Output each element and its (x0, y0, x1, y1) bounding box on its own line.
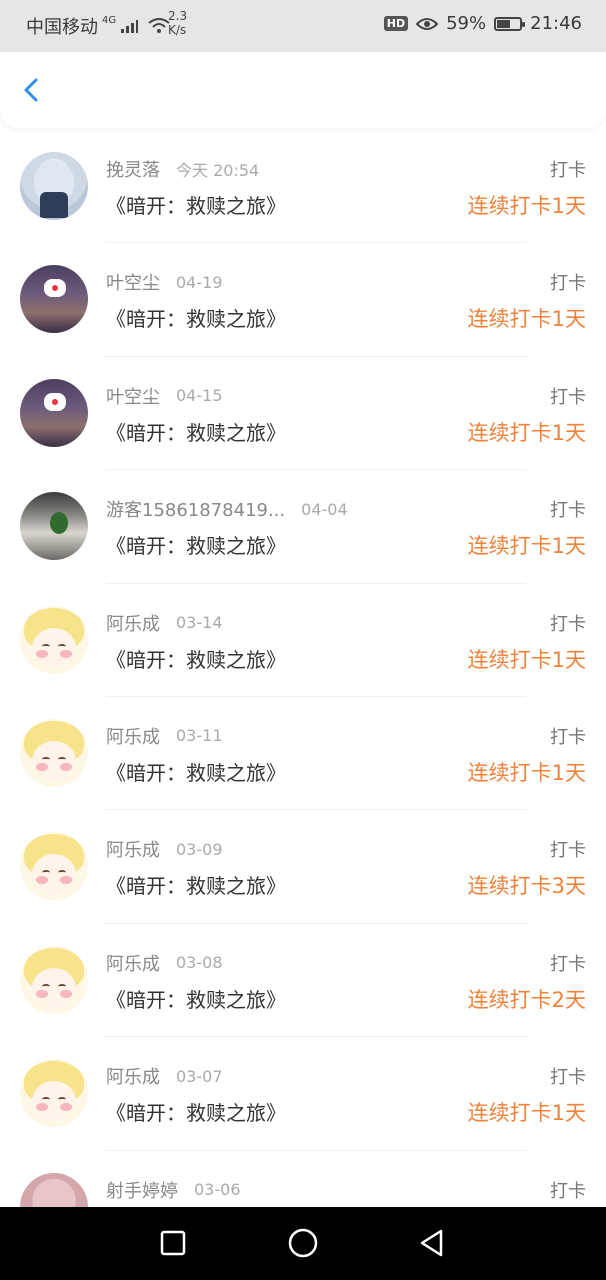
list-item[interactable]: 阿乐成 03-09 打卡 《暗开：救赎之旅》 连续打卡3天 (0, 810, 606, 924)
list-item[interactable]: 挽灵落 今天 20:54 打卡 《暗开：救赎之旅》 连续打卡1天 (0, 130, 606, 244)
streak-label: 连续打卡3天 (467, 874, 586, 899)
list-item[interactable]: 阿乐成 03-11 打卡 《暗开：救赎之旅》 连续打卡1天 (0, 697, 606, 811)
record-time: 03-09 (176, 839, 223, 859)
record-type: 打卡 (550, 273, 586, 295)
record-type: 打卡 (550, 1067, 586, 1089)
network-speed: 2.3 K/s (168, 9, 187, 37)
user-name: 阿乐成 (106, 726, 160, 748)
streak-label: 连续打卡1天 (467, 194, 586, 218)
user-name: 阿乐成 (106, 840, 160, 862)
streak-label: 连续打卡1天 (467, 534, 586, 559)
chevron-left-icon (24, 78, 38, 102)
record-type: 打卡 (550, 953, 586, 975)
record-time: 04-19 (176, 272, 223, 292)
book-title: 《暗开：救赎之旅》 (106, 987, 286, 1012)
book-title: 《暗开：救赎之旅》 (106, 420, 286, 445)
record-type: 打卡 (550, 726, 586, 748)
user-name: 游客15861878419... (106, 500, 286, 522)
record-type: 打卡 (550, 613, 586, 635)
book-title: 《暗开：救赎之旅》 (106, 760, 286, 785)
record-time: 03-07 (176, 1066, 223, 1086)
avatar[interactable] (20, 1172, 88, 1207)
wifi-icon (148, 18, 170, 33)
list-item[interactable]: 叶空尘 04-19 打卡 《暗开：救赎之旅》 连续打卡1天 (0, 243, 606, 357)
record-time: 03-14 (176, 613, 223, 633)
avatar[interactable] (20, 605, 88, 674)
speed-unit: K/s (168, 23, 187, 37)
nav-back-button[interactable] (414, 1225, 450, 1261)
checkin-list: 挽灵落 今天 20:54 打卡 《暗开：救赎之旅》 连续打卡1天 叶空尘 04-… (0, 130, 606, 1207)
recent-apps-button[interactable] (155, 1225, 191, 1261)
user-name: 射手婷婷 (106, 1180, 178, 1202)
avatar[interactable] (20, 265, 88, 334)
back-button[interactable] (14, 72, 50, 108)
streak-label: 连续打卡1天 (467, 760, 586, 785)
book-title: 《暗开：救赎之旅》 (106, 194, 286, 218)
user-name: 叶空尘 (106, 273, 160, 295)
avatar[interactable] (20, 378, 88, 447)
avatar[interactable] (20, 832, 88, 901)
book-title: 《暗开：救赎之旅》 (106, 307, 286, 332)
book-title: 《暗开：救赎之旅》 (106, 534, 286, 559)
list-item[interactable]: 叶空尘 04-15 打卡 《暗开：救赎之旅》 连续打卡1天 (0, 357, 606, 471)
avatar[interactable] (20, 152, 88, 220)
record-type: 打卡 (550, 160, 586, 181)
streak-label: 连续打卡2天 (467, 987, 586, 1012)
record-time: 03-06 (194, 1180, 241, 1200)
record-time: 今天 20:54 (176, 161, 260, 180)
list-item[interactable]: 射手婷婷 03-06 打卡 (0, 1151, 606, 1207)
user-name: 叶空尘 (106, 386, 160, 408)
user-name: 阿乐成 (106, 953, 160, 975)
book-title: 《暗开：救赎之旅》 (106, 1101, 286, 1126)
status-bar: 中国移动 4G 2.3 K/s HD 59% 21:46 (0, 0, 606, 52)
record-time: 04-15 (176, 386, 223, 406)
battery-percent: 59% (446, 13, 487, 34)
avatar[interactable] (20, 492, 88, 561)
record-time: 03-11 (176, 726, 223, 746)
list-item[interactable]: 游客15861878419... 04-04 打卡 《暗开：救赎之旅》 连续打卡… (0, 470, 606, 584)
record-time: 03-08 (176, 953, 223, 973)
battery-icon (494, 16, 526, 31)
avatar[interactable] (20, 945, 88, 1014)
streak-label: 连续打卡1天 (467, 307, 586, 332)
streak-label: 连续打卡1天 (467, 420, 586, 445)
signal-icon (121, 20, 139, 33)
avatar[interactable] (20, 718, 88, 787)
user-name: 阿乐成 (106, 613, 160, 635)
record-type: 打卡 (550, 500, 586, 522)
list-item[interactable]: 阿乐成 03-07 打卡 《暗开：救赎之旅》 连续打卡1天 (0, 1037, 606, 1151)
header-bar (0, 52, 606, 128)
avatar[interactable] (20, 1059, 88, 1128)
status-right: HD 59% 21:46 (383, 13, 582, 34)
book-title: 《暗开：救赎之旅》 (106, 647, 286, 672)
eye-icon (416, 17, 439, 30)
home-button[interactable] (285, 1225, 321, 1261)
square-icon (160, 1230, 186, 1256)
record-time: 04-04 (301, 499, 348, 519)
system-nav-bar (0, 1207, 606, 1280)
list-item[interactable]: 阿乐成 03-08 打卡 《暗开：救赎之旅》 连续打卡2天 (0, 924, 606, 1038)
streak-label: 连续打卡1天 (467, 647, 586, 672)
clock: 21:46 (530, 13, 582, 34)
triangle-back-icon (420, 1229, 443, 1257)
streak-label: 连续打卡1天 (467, 1101, 586, 1126)
status-left: 中国移动 4G (26, 13, 170, 39)
record-type: 打卡 (550, 840, 586, 862)
hd-badge: HD (383, 16, 409, 31)
speed-value: 2.3 (168, 9, 188, 23)
record-type: 打卡 (550, 386, 586, 408)
circle-icon (288, 1228, 318, 1258)
list-item[interactable]: 阿乐成 03-14 打卡 《暗开：救赎之旅》 连续打卡1天 (0, 584, 606, 697)
record-type: 打卡 (550, 1180, 586, 1202)
carrier-name: 中国移动 (26, 17, 98, 38)
network-type: 4G (102, 14, 117, 26)
book-title: 《暗开：救赎之旅》 (106, 874, 286, 899)
user-name: 阿乐成 (106, 1067, 160, 1089)
user-name: 挽灵落 (106, 160, 160, 181)
